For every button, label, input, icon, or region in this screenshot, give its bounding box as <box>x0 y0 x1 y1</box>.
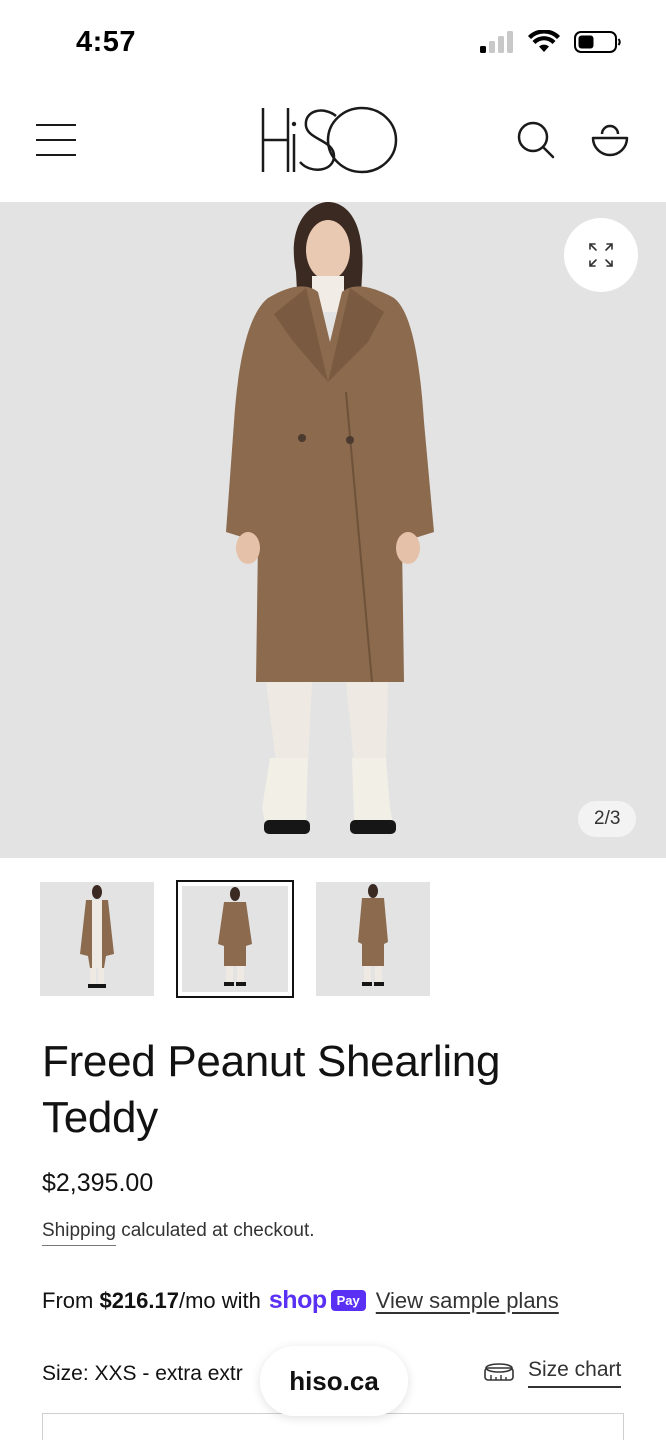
thumbnail-photo <box>358 884 388 986</box>
thumbnail-photo <box>80 885 114 988</box>
hamburger-icon-line <box>36 154 76 156</box>
hamburger-icon-line <box>36 124 76 126</box>
expand-icon <box>589 243 613 267</box>
search-icon <box>517 121 555 159</box>
battery-icon <box>574 31 621 53</box>
product-photo <box>226 202 434 834</box>
installments-amount: $216.17 <box>99 1287 179 1313</box>
ruler-icon <box>484 1363 514 1381</box>
shop-pay-badge: Pay <box>330 1290 366 1311</box>
thumbnail-2[interactable] <box>176 880 294 998</box>
shop-pay-installments: From $216.17 /mo with shop Pay View samp… <box>42 1286 559 1315</box>
cart-icon <box>591 124 629 157</box>
shipping-text: calculated at checkout. <box>115 1220 315 1241</box>
shop-pay-logo: shop Pay <box>269 1286 366 1315</box>
signal-icon <box>480 31 513 53</box>
browser-domain[interactable]: hiso.ca <box>260 1346 408 1416</box>
menu-button[interactable] <box>36 124 76 156</box>
status-icons <box>480 30 622 54</box>
installments-suffix: /mo with <box>178 1287 261 1313</box>
thumbnail-1[interactable] <box>40 882 154 996</box>
hamburger-icon-line <box>36 139 76 141</box>
view-sample-plans-link[interactable]: View sample plans <box>376 1288 559 1314</box>
product-title: Freed Peanut Shearling Teddy <box>42 1037 501 1142</box>
size-chart-label: Size chart <box>528 1358 622 1388</box>
installments-prefix: From <box>42 1287 100 1313</box>
size-label: Size: XXS - extra extr <box>42 1362 243 1385</box>
status-time: 4:57 <box>76 26 137 58</box>
search-button[interactable] <box>514 118 558 162</box>
expand-image-button[interactable] <box>564 218 638 292</box>
site-header <box>0 88 666 202</box>
hiso-logo[interactable] <box>258 102 402 178</box>
cart-button[interactable] <box>588 118 632 162</box>
thumbnail-photo <box>218 887 252 986</box>
size-select[interactable] <box>42 1413 624 1440</box>
image-counter: 2/3 <box>578 801 637 837</box>
shipping-note: Shipping calculated at checkout. <box>42 1220 315 1246</box>
product-price: $2,395.00 <box>42 1169 154 1197</box>
wifi-icon <box>528 30 560 52</box>
product-main-image[interactable] <box>0 202 666 858</box>
status-bar: 4:57 <box>0 0 666 88</box>
size-chart-link[interactable]: Size chart <box>484 1358 622 1388</box>
thumbnail-3[interactable] <box>316 882 430 996</box>
thumbnail-strip <box>40 880 430 998</box>
shop-pay-wordmark: shop <box>268 1286 327 1314</box>
shipping-link[interactable]: Shipping <box>42 1220 116 1246</box>
